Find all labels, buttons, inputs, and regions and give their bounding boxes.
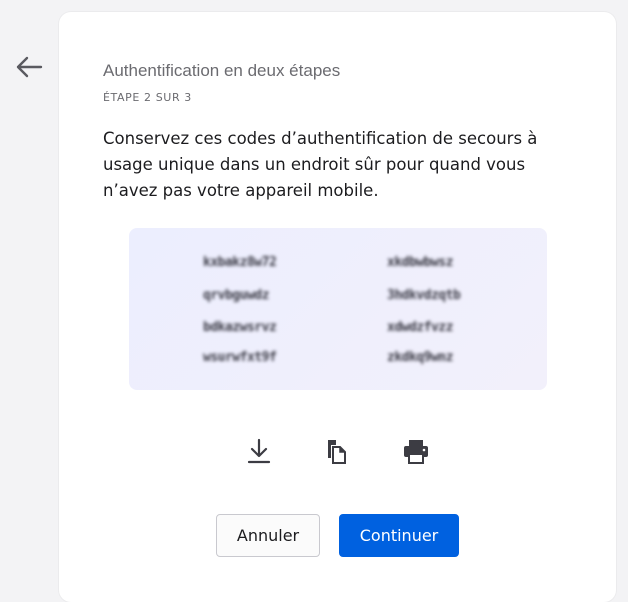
cancel-button[interactable]: Annuler <box>216 514 320 557</box>
page-title: Authentification en deux étapes <box>103 61 341 80</box>
backup-code: xkdbwbwsz <box>387 255 453 270</box>
backup-code: zkdkq9wnz <box>387 350 453 365</box>
download-icon <box>246 437 272 470</box>
backup-code: xdwdzfvzz <box>387 320 453 335</box>
backup-code: 3hdkvdzqtb <box>387 288 461 303</box>
backup-codes-description: Conservez ces codes d’authentification d… <box>103 129 538 200</box>
continue-button[interactable]: Continuer <box>339 514 459 557</box>
backup-codes-panel: kxbakz8w72 qrvbguwdz bdkazwsrvz wsurwfxt… <box>129 228 547 390</box>
arrow-left-icon <box>15 55 43 84</box>
backup-code: qrvbguwdz <box>203 288 269 303</box>
download-button[interactable] <box>243 437 275 469</box>
print-icon <box>401 437 431 470</box>
backup-code: bdkazwsrvz <box>203 320 277 335</box>
backup-code: kxbakz8w72 <box>203 255 277 270</box>
two-step-auth-card: Authentification en deux étapes ÉTAPE 2 … <box>59 12 616 602</box>
backup-code: wsurwfxt9f <box>203 350 277 365</box>
print-button[interactable] <box>400 437 432 469</box>
backup-codes-actions <box>59 436 616 470</box>
step-indicator: ÉTAPE 2 SUR 3 <box>103 91 192 104</box>
copy-icon <box>324 437 350 470</box>
back-button[interactable] <box>10 50 48 88</box>
copy-button[interactable] <box>321 437 353 469</box>
